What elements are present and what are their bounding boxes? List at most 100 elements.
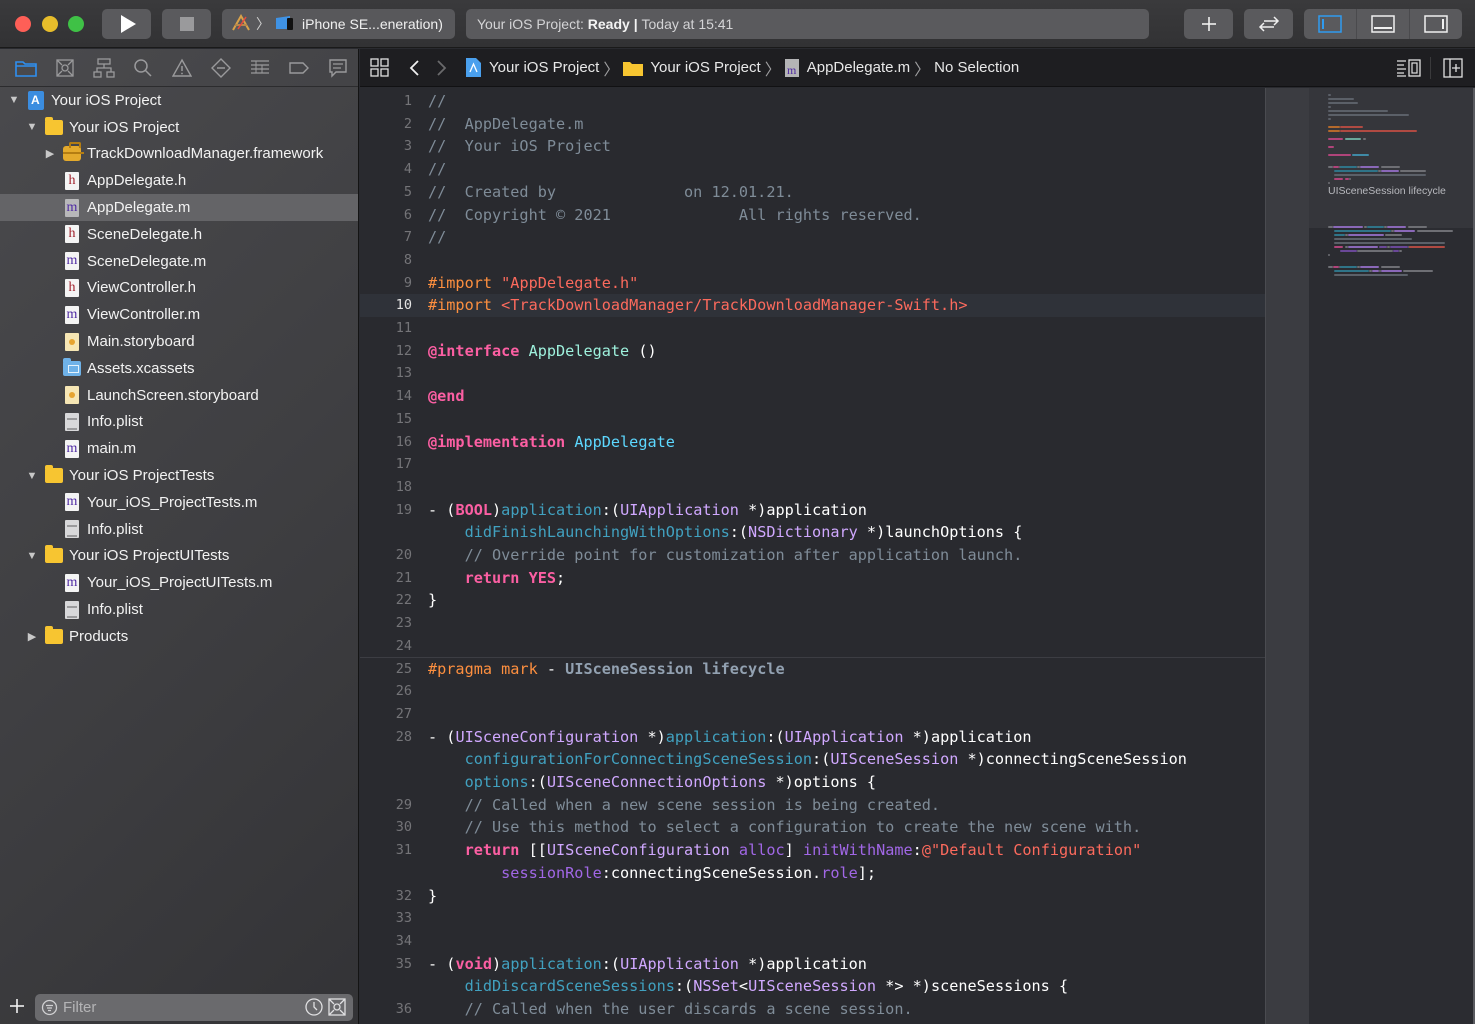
tree-item[interactable]: Main.storyboard xyxy=(0,328,358,355)
code-line[interactable]: 12 @interface AppDelegate () xyxy=(360,340,1265,363)
tab-find-navigator[interactable] xyxy=(123,53,162,83)
line-number[interactable]: 21 xyxy=(360,567,412,590)
code-line[interactable]: 16 @implementation AppDelegate xyxy=(360,431,1265,454)
code-line[interactable]: 1 // xyxy=(360,90,1265,113)
code-line[interactable]: didFinishLaunchingWithOptions:(NSDiction… xyxy=(360,521,1265,544)
inspector-toggle-button[interactable] xyxy=(1410,9,1462,39)
add-editor-button[interactable] xyxy=(1431,58,1475,78)
tree-item[interactable]: m AppDelegate.m xyxy=(0,194,358,221)
line-number[interactable]: 10 xyxy=(360,294,412,317)
code-line[interactable]: 7 // xyxy=(360,226,1265,249)
line-number[interactable]: 30 xyxy=(360,816,412,839)
code-line[interactable]: 31 return [[UISceneConfiguration alloc] … xyxy=(360,839,1265,862)
tree-item[interactable]: m SceneDelegate.m xyxy=(0,248,358,275)
source-control-filter-icon[interactable] xyxy=(327,997,347,1017)
line-number[interactable]: 3 xyxy=(360,135,412,158)
tree-item[interactable]: ▼ Your iOS ProjectTests xyxy=(0,462,358,489)
line-number[interactable]: 35 xyxy=(360,953,412,976)
line-number[interactable]: 12 xyxy=(360,340,412,363)
line-number[interactable]: 11 xyxy=(360,317,412,340)
code-line[interactable]: 19 - (BOOL)application:(UIApplication *)a… xyxy=(360,499,1265,522)
tab-test-navigator[interactable] xyxy=(202,53,241,83)
code-line[interactable]: 29 // Called when a new scene session is… xyxy=(360,794,1265,817)
code-line[interactable]: 27 xyxy=(360,703,1265,726)
code-line[interactable]: 15 xyxy=(360,408,1265,431)
code-line[interactable]: 11 xyxy=(360,317,1265,340)
code-line[interactable]: didDiscardSceneSessions:(NSSet<UISceneSe… xyxy=(360,975,1265,998)
tree-item[interactable]: m main.m xyxy=(0,435,358,462)
tree-item[interactable]: Info.plist xyxy=(0,516,358,543)
code-line-current[interactable]: 10 #import <TrackDownloadManager/TrackDow… xyxy=(360,294,1265,317)
line-number[interactable]: 14 xyxy=(360,385,412,408)
code-line[interactable]: 13 xyxy=(360,362,1265,385)
debug-area-toggle-button[interactable] xyxy=(1357,9,1410,39)
code-line[interactable]: configurationForConnectingSceneSession:(… xyxy=(360,748,1265,771)
line-number[interactable]: 28 xyxy=(360,726,412,749)
tab-source-control-navigator[interactable] xyxy=(45,53,84,83)
code-line[interactable]: 14 @end xyxy=(360,385,1265,408)
related-items-button[interactable] xyxy=(360,57,400,78)
code-line[interactable]: 28 - (UISceneConfiguration *)application:… xyxy=(360,726,1265,749)
tab-issue-navigator[interactable] xyxy=(162,53,201,83)
tab-symbol-navigator[interactable] xyxy=(84,53,123,83)
line-number[interactable]: 26 xyxy=(360,680,412,703)
line-number[interactable]: 8 xyxy=(360,249,412,272)
tree-item[interactable]: ▼ Your iOS ProjectUITests xyxy=(0,543,358,570)
code-line[interactable]: 33 xyxy=(360,907,1265,930)
line-number[interactable]: 23 xyxy=(360,612,412,635)
scheme-selector[interactable]: 〉 iPhone SE...eneration) xyxy=(222,9,455,39)
tree-item[interactable]: m ViewController.m xyxy=(0,301,358,328)
code-line[interactable]: 36 // Called when the user discards a sc… xyxy=(360,998,1265,1021)
line-number[interactable]: 20 xyxy=(360,544,412,567)
line-number[interactable]: 1 xyxy=(360,90,412,113)
line-number[interactable]: 6 xyxy=(360,204,412,227)
line-number[interactable]: 2 xyxy=(360,113,412,136)
tab-report-navigator[interactable] xyxy=(319,53,358,83)
tree-item[interactable]: Info.plist xyxy=(0,409,358,436)
code-review-button[interactable] xyxy=(1244,9,1293,39)
tree-item[interactable]: m Your_iOS_ProjectUITests.m xyxy=(0,569,358,596)
code-line[interactable]: sessionRole:connectingSceneSession.role]… xyxy=(360,862,1265,885)
line-number[interactable]: 13 xyxy=(360,362,412,385)
tab-debug-navigator[interactable] xyxy=(241,53,280,83)
navigator-filter-field[interactable] xyxy=(35,994,353,1021)
recent-files-icon[interactable] xyxy=(304,997,324,1017)
code-line[interactable]: 30 // Use this method to select a config… xyxy=(360,816,1265,839)
code-line[interactable]: 3 // Your iOS Project xyxy=(360,135,1265,158)
zoom-window-button[interactable] xyxy=(68,16,84,32)
code-line[interactable]: options:(UISceneConnectionOptions *)opti… xyxy=(360,771,1265,794)
stop-button[interactable] xyxy=(162,9,211,39)
tab-project-navigator[interactable] xyxy=(6,53,45,83)
tree-item[interactable]: ▶ Products xyxy=(0,623,358,650)
line-number[interactable]: 17 xyxy=(360,453,412,476)
breadcrumb-project[interactable]: Your iOS Project xyxy=(489,59,599,76)
tree-item[interactable]: h AppDelegate.h xyxy=(0,167,358,194)
forward-button[interactable] xyxy=(428,59,456,77)
close-window-button[interactable] xyxy=(15,16,31,32)
tree-item[interactable]: ▼ Your iOS Project xyxy=(0,87,358,114)
code-line[interactable]: 20 // Override point for customization a… xyxy=(360,544,1265,567)
disclosure-collapsed-icon[interactable]: ▶ xyxy=(26,630,38,643)
code-line[interactable]: 25 #pragma mark - UISceneSession lifecycl… xyxy=(360,658,1265,681)
tree-item[interactable]: Info.plist xyxy=(0,596,358,623)
minimap-visible-region[interactable] xyxy=(1309,88,1475,228)
breadcrumb-symbol[interactable]: No Selection xyxy=(934,59,1019,76)
minimap[interactable]: UISceneSession lifecycle xyxy=(1309,88,1475,1024)
tree-item[interactable]: ▶ TrackDownloadManager.framework xyxy=(0,141,358,168)
line-number[interactable]: 34 xyxy=(360,930,412,953)
code-line[interactable]: 18 xyxy=(360,476,1265,499)
code-line[interactable]: 2 // AppDelegate.m xyxy=(360,113,1265,136)
disclosure-expanded-icon[interactable]: ▼ xyxy=(8,94,20,106)
code-line[interactable]: 24 xyxy=(360,635,1265,658)
run-button[interactable] xyxy=(102,9,151,39)
line-number[interactable]: 16 xyxy=(360,431,412,454)
library-button[interactable] xyxy=(1184,9,1233,39)
breadcrumb-group[interactable]: Your iOS Project xyxy=(650,59,760,76)
disclosure-expanded-icon[interactable]: ▼ xyxy=(26,121,38,133)
line-number[interactable]: 7 xyxy=(360,226,412,249)
line-number[interactable]: 29 xyxy=(360,794,412,817)
code-line[interactable]: 35 - (void)application:(UIApplication *)a… xyxy=(360,953,1265,976)
code-line[interactable]: 21 return YES; xyxy=(360,567,1265,590)
tab-breakpoint-navigator[interactable] xyxy=(280,53,319,83)
line-number[interactable]: 31 xyxy=(360,839,412,862)
